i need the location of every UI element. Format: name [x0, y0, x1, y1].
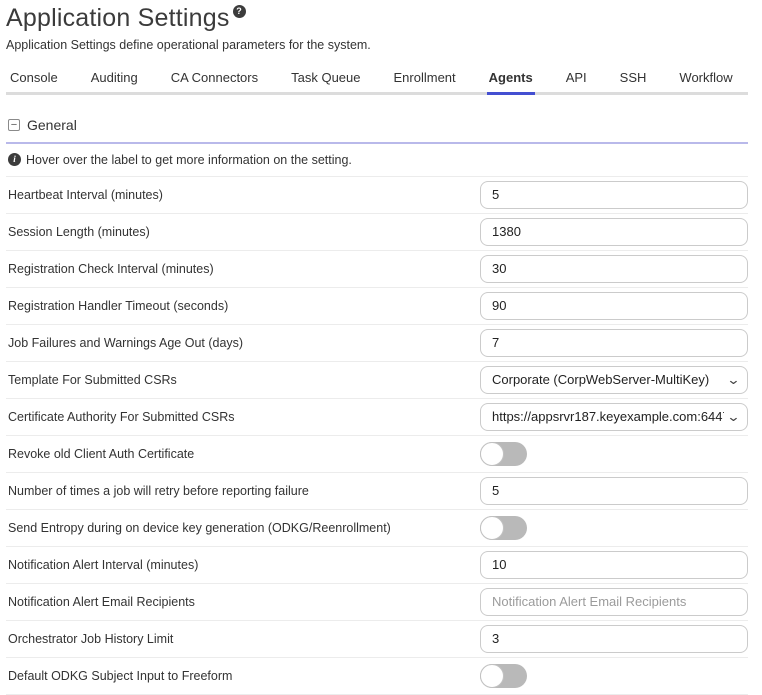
tab-agents[interactable]: Agents — [487, 66, 535, 95]
setting-control — [480, 329, 748, 357]
setting-control — [480, 255, 748, 283]
setting-text-input[interactable] — [480, 588, 748, 616]
setting-label: Registration Check Interval (minutes) — [6, 262, 480, 276]
setting-select[interactable]: Corporate (CorpWebServer-MultiKey)⌄ — [480, 366, 748, 394]
setting-label: Job Failures and Warnings Age Out (days) — [6, 336, 480, 350]
setting-control — [480, 516, 748, 540]
toggle-knob — [480, 516, 504, 540]
setting-label: Notification Alert Interval (minutes) — [6, 558, 480, 572]
setting-label: Notification Alert Email Recipients — [6, 595, 480, 609]
section-header-general[interactable]: − General — [6, 117, 748, 144]
setting-toggle[interactable] — [480, 516, 527, 540]
setting-control — [480, 477, 748, 505]
info-icon: i — [8, 153, 21, 166]
setting-control — [480, 625, 748, 653]
setting-label: Session Length (minutes) — [6, 225, 480, 239]
setting-label: Template For Submitted CSRs — [6, 373, 480, 387]
setting-text-input[interactable] — [480, 625, 748, 653]
setting-control — [480, 588, 748, 616]
setting-select[interactable]: https://appsrvr187.keyexample.com:6447\C… — [480, 403, 748, 431]
select-value: https://appsrvr187.keyexample.com:6447\C… — [492, 409, 724, 424]
chevron-down-icon: ⌄ — [726, 412, 740, 422]
settings-row: Job Failures and Warnings Age Out (days) — [6, 325, 748, 362]
page-subtitle: Application Settings define operational … — [6, 38, 748, 52]
setting-control: Corporate (CorpWebServer-MultiKey)⌄ — [480, 366, 748, 394]
tab-console[interactable]: Console — [8, 66, 60, 95]
help-icon[interactable]: ? — [233, 5, 246, 18]
settings-row: Session Length (minutes) — [6, 214, 748, 251]
setting-control — [480, 218, 748, 246]
settings-row: Registration Handler Timeout (seconds) — [6, 288, 748, 325]
setting-text-input[interactable] — [480, 477, 748, 505]
toggle-knob — [480, 442, 504, 466]
section-title: General — [27, 117, 77, 133]
tab-workflow[interactable]: Workflow — [677, 66, 734, 95]
setting-control — [480, 664, 748, 688]
setting-control: https://appsrvr187.keyexample.com:6447\C… — [480, 403, 748, 431]
setting-label: Certificate Authority For Submitted CSRs — [6, 410, 480, 424]
settings-row: Certificate Authority For Submitted CSRs… — [6, 399, 748, 436]
setting-label: Heartbeat Interval (minutes) — [6, 188, 480, 202]
settings-row: Registration Check Interval (minutes) — [6, 251, 748, 288]
page-title-text: Application Settings — [6, 4, 230, 32]
setting-text-input[interactable] — [480, 181, 748, 209]
tab-ssh[interactable]: SSH — [618, 66, 649, 95]
setting-label: Orchestrator Job History Limit — [6, 632, 480, 646]
info-note: i Hover over the label to get more infor… — [6, 144, 748, 177]
setting-text-input[interactable] — [480, 292, 748, 320]
settings-tabbar: Console Auditing CA Connectors Task Queue En… — [6, 66, 748, 95]
settings-row: Revoke old Client Auth Certificate — [6, 436, 748, 473]
page-title: Application Settings? — [6, 4, 748, 33]
setting-control — [480, 551, 748, 579]
settings-row: Notification Alert Email Recipients — [6, 584, 748, 621]
setting-label: Registration Handler Timeout (seconds) — [6, 299, 480, 313]
settings-row: Template For Submitted CSRs Corporate (C… — [6, 362, 748, 399]
chevron-down-icon: ⌄ — [726, 375, 740, 385]
select-value: Corporate (CorpWebServer-MultiKey) — [492, 372, 724, 387]
setting-label: Number of times a job will retry before … — [6, 484, 480, 498]
toggle-knob — [480, 664, 504, 688]
setting-text-input[interactable] — [480, 551, 748, 579]
settings-row: Number of times a job will retry before … — [6, 473, 748, 510]
setting-control — [480, 181, 748, 209]
settings-row: Heartbeat Interval (minutes) — [6, 177, 748, 214]
tab-task-queue[interactable]: Task Queue — [289, 66, 362, 95]
setting-label: Default ODKG Subject Input to Freeform — [6, 669, 480, 683]
setting-label: Revoke old Client Auth Certificate — [6, 447, 480, 461]
settings-row: Notification Alert Interval (minutes) — [6, 547, 748, 584]
setting-text-input[interactable] — [480, 218, 748, 246]
settings-row: Orchestrator Job History Limit — [6, 621, 748, 658]
setting-text-input[interactable] — [480, 329, 748, 357]
setting-control — [480, 292, 748, 320]
setting-toggle[interactable] — [480, 442, 527, 466]
settings-row: Send Entropy during on device key genera… — [6, 510, 748, 547]
application-settings-page: Application Settings? Application Settin… — [0, 0, 762, 695]
tab-auditing[interactable]: Auditing — [89, 66, 140, 95]
setting-toggle[interactable] — [480, 664, 527, 688]
collapse-icon[interactable]: − — [8, 119, 20, 131]
setting-text-input[interactable] — [480, 255, 748, 283]
tab-ca-connectors[interactable]: CA Connectors — [169, 66, 260, 95]
tab-api[interactable]: API — [564, 66, 589, 95]
settings-rows: Heartbeat Interval (minutes) Session Len… — [6, 177, 748, 695]
info-note-text: Hover over the label to get more informa… — [26, 153, 352, 167]
setting-control — [480, 442, 748, 466]
settings-row: Default ODKG Subject Input to Freeform — [6, 658, 748, 695]
tab-enrollment[interactable]: Enrollment — [392, 66, 458, 95]
setting-label: Send Entropy during on device key genera… — [6, 521, 480, 535]
